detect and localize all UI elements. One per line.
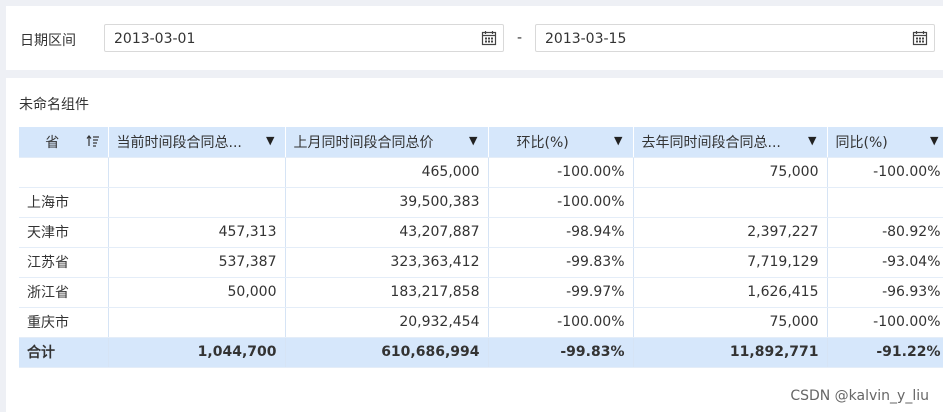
date-range-label: 日期区间 — [20, 33, 76, 49]
cell-mom: -98.94% — [488, 217, 634, 248]
cell-province: 天津市 — [19, 217, 109, 248]
cell-mom: -99.83% — [488, 247, 634, 278]
cell-current-total: 50,000 — [108, 277, 286, 308]
start-date-value: 2013-03-01 — [114, 31, 196, 47]
cell-current-total: 537,387 — [108, 247, 286, 278]
cell-province: 浙江省 — [19, 277, 109, 308]
sort-icon[interactable] — [86, 134, 100, 148]
cell-last-year-total: 2,397,227 — [633, 217, 828, 248]
end-date-field[interactable]: 2013-03-15 — [535, 24, 935, 52]
dropdown-arrow-icon[interactable]: ▼ — [266, 134, 274, 147]
cell-last-month-total: 39,500,383 — [285, 187, 489, 218]
cell-last-month-total: 323,363,412 — [285, 247, 489, 278]
column-header-label: 上月同时间段合同总价 — [293, 134, 434, 151]
cell-yoy — [827, 187, 943, 218]
cell-mom: -100.00% — [488, 307, 634, 338]
cell-total-mom: -99.83% — [488, 337, 634, 368]
cell-yoy: -100.00% — [827, 157, 943, 188]
cell-total-label: 合计 — [19, 337, 109, 368]
column-header-label: 去年同时间段合同总... — [641, 134, 781, 151]
cell-last-month-total: 183,217,858 — [285, 277, 489, 308]
date-filter-panel: 日期区间 2013-03-01 - 2013-03-15 — [6, 6, 943, 70]
column-header-current-total[interactable]: 当前时间段合同总... ▼ — [108, 127, 286, 158]
column-header-label: 环比(%) — [516, 134, 569, 151]
cell-total-yoy: -91.22% — [827, 337, 943, 368]
column-header-label: 省 — [45, 134, 60, 151]
cell-current-total — [108, 307, 286, 338]
cell-last-month-total: 20,932,454 — [285, 307, 489, 338]
table-row: 江苏省 537,387 323,363,412 -99.83% 7,719,12… — [19, 247, 943, 278]
cell-last-year-total: 7,719,129 — [633, 247, 828, 278]
table-row: 天津市 457,313 43,207,887 -98.94% 2,397,227… — [19, 217, 943, 248]
table-row: 重庆市 20,932,454 -100.00% 75,000 -100.00% — [19, 307, 943, 338]
column-header-last-year-total[interactable]: 去年同时间段合同总... ▼ — [633, 127, 828, 158]
cell-province: 重庆市 — [19, 307, 109, 338]
cell-last-year-total: 1,626,415 — [633, 277, 828, 308]
dropdown-arrow-icon[interactable]: ▼ — [614, 134, 622, 147]
cell-yoy: -96.93% — [827, 277, 943, 308]
column-header-mom[interactable]: 环比(%) ▼ — [488, 127, 634, 158]
table-row: 上海市 39,500,383 -100.00% — [19, 187, 943, 218]
dropdown-arrow-icon[interactable]: ▼ — [469, 134, 477, 147]
cell-province: 上海市 — [19, 187, 109, 218]
cell-mom: -100.00% — [488, 187, 634, 218]
date-separator: - — [517, 30, 523, 46]
cell-total-last-month: 610,686,994 — [285, 337, 489, 368]
cell-mom: -100.00% — [488, 157, 634, 188]
table-total-row: 合计 1,044,700 610,686,994 -99.83% 11,892,… — [19, 337, 943, 368]
cell-yoy: -80.92% — [827, 217, 943, 248]
calendar-icon[interactable] — [912, 30, 928, 46]
cell-yoy: -100.00% — [827, 307, 943, 338]
cell-province — [19, 157, 109, 188]
calendar-icon[interactable] — [481, 30, 497, 46]
widget-title: 未命名组件 — [19, 97, 89, 113]
dropdown-arrow-icon[interactable]: ▼ — [930, 134, 938, 147]
cell-last-year-total: 75,000 — [633, 157, 828, 188]
dropdown-arrow-icon[interactable]: ▼ — [808, 134, 816, 147]
cell-current-total: 457,313 — [108, 217, 286, 248]
cell-total-current: 1,044,700 — [108, 337, 286, 368]
column-header-last-month-total[interactable]: 上月同时间段合同总价 ▼ — [285, 127, 489, 158]
table-row: 浙江省 50,000 183,217,858 -99.97% 1,626,415… — [19, 277, 943, 308]
start-date-field[interactable]: 2013-03-01 — [104, 24, 504, 52]
column-header-label: 同比(%) — [835, 134, 888, 151]
cell-total-last-year: 11,892,771 — [633, 337, 828, 368]
end-date-value: 2013-03-15 — [545, 31, 627, 47]
cell-current-total — [108, 187, 286, 218]
column-header-label: 当前时间段合同总... — [116, 134, 242, 151]
cell-last-month-total: 465,000 — [285, 157, 489, 188]
cell-last-year-total — [633, 187, 828, 218]
cell-last-month-total: 43,207,887 — [285, 217, 489, 248]
column-header-province[interactable]: 省 — [19, 127, 109, 158]
cell-yoy: -93.04% — [827, 247, 943, 278]
cell-province: 江苏省 — [19, 247, 109, 278]
cell-mom: -99.97% — [488, 277, 634, 308]
table-header-row: 省 当前时间段合同总... ▼ 上月同时间段合同总价 ▼ 环比(%) ▼ 去年同… — [19, 127, 943, 158]
widget-panel: 未命名组件 省 当前时间段合同总... ▼ 上月同时间段合同总价 ▼ 环比(%)… — [6, 78, 943, 412]
cell-last-year-total: 75,000 — [633, 307, 828, 338]
watermark: CSDN @kalvin_y_liu — [790, 388, 929, 404]
data-table: 省 当前时间段合同总... ▼ 上月同时间段合同总价 ▼ 环比(%) ▼ 去年同… — [19, 127, 943, 368]
column-header-yoy[interactable]: 同比(%) ▼ — [827, 127, 943, 158]
table-row: 465,000 -100.00% 75,000 -100.00% — [19, 157, 943, 188]
cell-current-total — [108, 157, 286, 188]
